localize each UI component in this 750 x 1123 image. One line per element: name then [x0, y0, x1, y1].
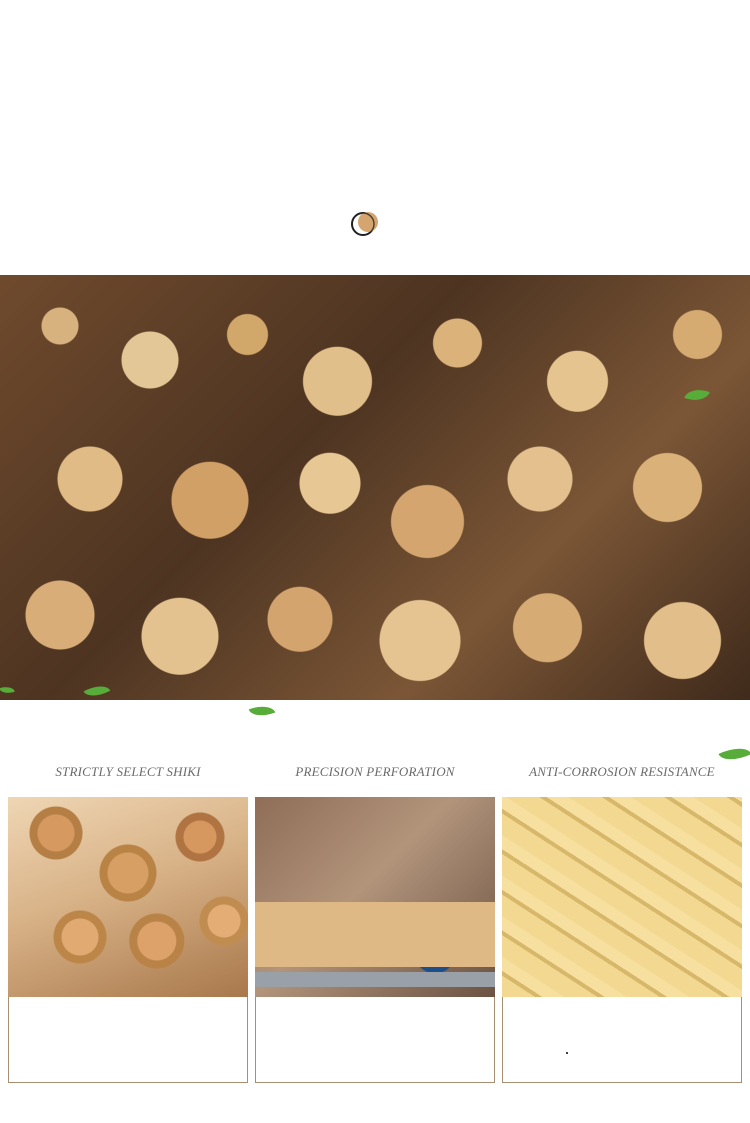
- feature-card-1: [8, 997, 248, 1083]
- feature-card-2: [255, 997, 495, 1083]
- leaf-icon: [718, 741, 750, 767]
- logs-banner-image: [0, 275, 750, 700]
- feature-card-3: [502, 997, 742, 1083]
- ring-icon: [351, 212, 378, 236]
- feature-photo-wood-pieces: [8, 797, 248, 997]
- feature-photo-drilling: [255, 797, 495, 997]
- feature-caption-2: PRECISION PERFORATION: [295, 764, 455, 779]
- decorative-dot: [566, 1052, 568, 1054]
- feature-photo-finished-rods: [502, 797, 742, 997]
- feature-caption-3: ANTI-CORROSION RESISTANCE: [529, 764, 715, 779]
- leaf-icon: [248, 701, 276, 721]
- feature-caption-1: STRICTLY SELECT SHIKI: [55, 764, 201, 779]
